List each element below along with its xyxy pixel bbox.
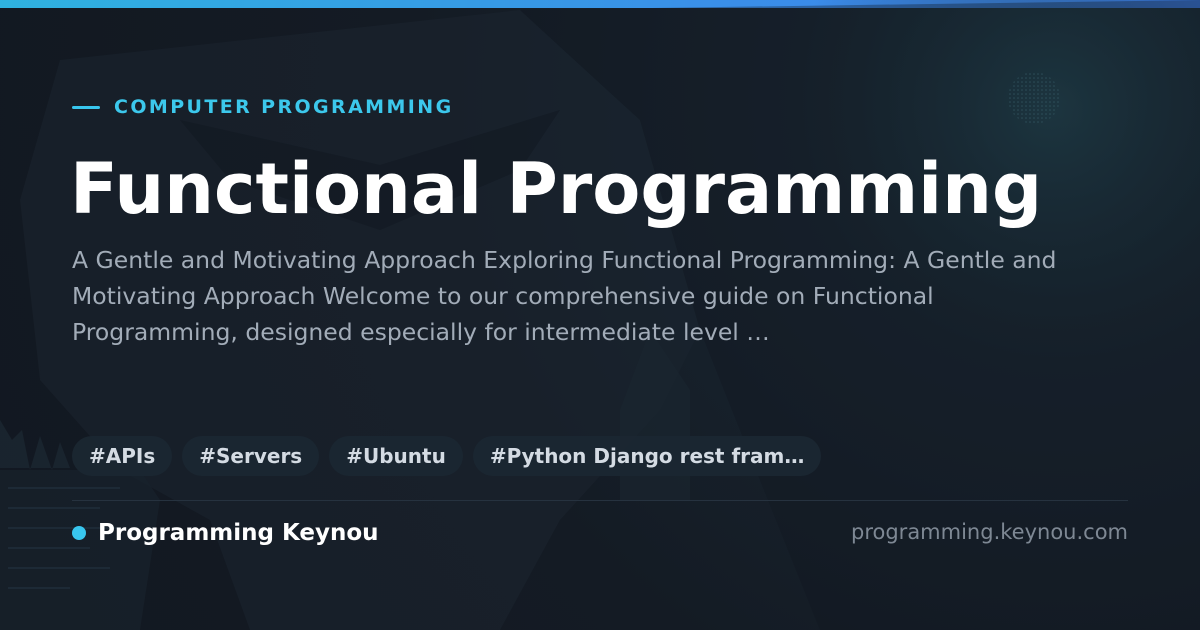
tag-chip[interactable]: #Python Django rest fram… [472, 436, 822, 476]
tag-chip[interactable]: #Servers [182, 436, 320, 476]
article-description: A Gentle and Motivating Approach Explori… [72, 246, 1057, 346]
tag-list: #APIs #Servers #Ubuntu #Python Django re… [72, 436, 822, 476]
category-eyebrow: COMPUTER PROGRAMMING [72, 96, 454, 118]
tag-chip[interactable]: #Ubuntu [329, 436, 463, 476]
site-domain-link[interactable]: programming.keynou.com [851, 520, 1128, 544]
footer-divider [72, 500, 1128, 501]
brand[interactable]: Programming Keynou [72, 518, 379, 548]
brand-dot-icon [72, 526, 86, 540]
eyebrow-accent-line [72, 105, 100, 109]
page-title: Functional Programming [70, 148, 1043, 230]
social-card: COMPUTER PROGRAMMING Functional Programm… [0, 0, 1200, 630]
tag-chip[interactable]: #APIs [72, 436, 173, 476]
brand-name: Programming Keynou [98, 520, 379, 546]
category-label: COMPUTER PROGRAMMING [114, 96, 454, 118]
